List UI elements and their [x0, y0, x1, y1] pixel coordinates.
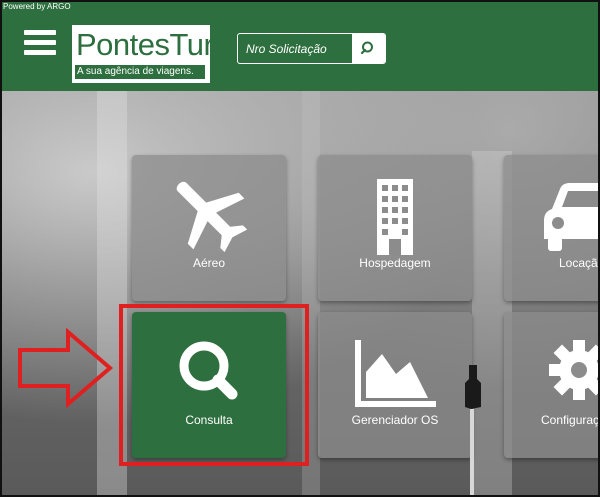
tile-hospedagem[interactable]: Hospedagem [318, 155, 472, 301]
tile-aereo[interactable]: Aéreo [132, 155, 286, 301]
tile-label: Aéreo [192, 256, 226, 270]
tile-label: Hospedagem [359, 256, 431, 270]
menu-icon[interactable] [24, 30, 56, 56]
gear-icon [549, 340, 598, 400]
highlight-box [119, 304, 309, 466]
search-button[interactable] [352, 34, 385, 63]
tile-locacao[interactable]: Locação [504, 155, 600, 301]
pointer-arrow [18, 328, 114, 408]
powered-by-label: Powered by ARGO [3, 2, 71, 11]
request-search-box [237, 33, 386, 64]
brand-name: PontesTur [76, 27, 214, 62]
top-header: PontesTur A sua agência de viagens. [2, 2, 598, 91]
building-icon [377, 179, 413, 255]
request-number-input[interactable] [238, 34, 350, 63]
tile-label: Gerenciador OS [351, 413, 439, 427]
tile-label: Locação [559, 256, 600, 270]
brand-tagline: A sua agência de viagens. [77, 66, 194, 77]
search-icon [360, 41, 373, 55]
car-icon [544, 183, 598, 251]
brand-logo[interactable]: PontesTur A sua agência de viagens. [71, 24, 214, 84]
area-chart-icon [355, 340, 436, 407]
airplane-icon [176, 181, 248, 253]
app-frame: Powered by ARGO PontesTur A sua agência … [0, 0, 600, 497]
tile-gerenciador-os[interactable]: Gerenciador OS [318, 312, 472, 458]
tile-label: Configuração [541, 413, 600, 427]
tile-configuracao[interactable]: Configuração [504, 312, 600, 458]
background-cable [465, 365, 481, 495]
